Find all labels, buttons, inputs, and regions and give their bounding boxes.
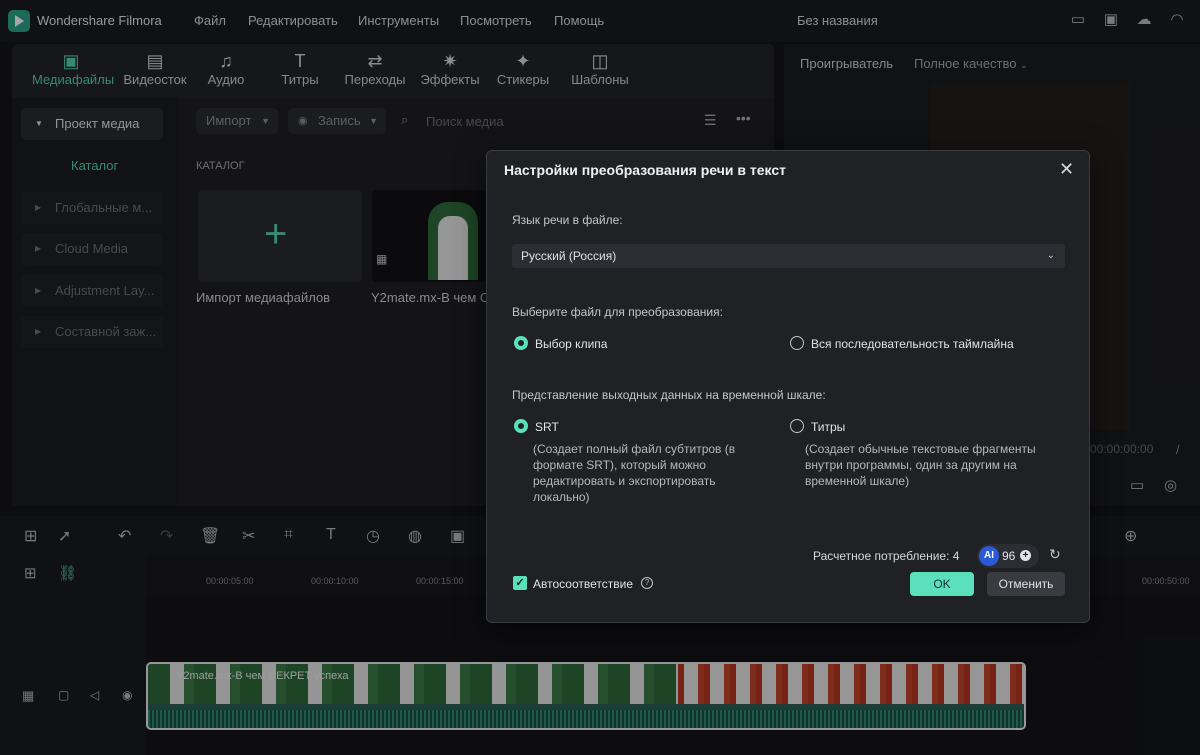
- radio-whole-sequence-label: Вся последовательность таймлайна: [811, 337, 1014, 351]
- radio-select-clip[interactable]: [514, 336, 528, 350]
- estimated-cost-label: Расчетное потребление: 4: [813, 549, 960, 563]
- refresh-icon[interactable]: ↻: [1049, 546, 1061, 563]
- srt-description: (Создает полный файл субтитров (в формат…: [533, 442, 736, 504]
- speech-to-text-dialog: Настройки преобразования речи в текст ✕ …: [486, 150, 1090, 623]
- dialog-title: Настройки преобразования речи в текст: [504, 162, 786, 178]
- language-select[interactable]: Русский (Россия) ⌄: [512, 244, 1065, 268]
- help-icon[interactable]: ?: [641, 577, 653, 589]
- ai-credits-badge: AI 96 +: [977, 544, 1039, 568]
- radio-whole-sequence[interactable]: [790, 336, 804, 350]
- file-label: Выберите файл для преобразования:: [512, 305, 723, 319]
- language-value: Русский (Россия): [521, 249, 617, 263]
- ok-button[interactable]: OK: [910, 572, 974, 596]
- output-label: Представление выходных данных на временн…: [512, 388, 826, 402]
- ai-credit-icon: AI: [979, 546, 999, 566]
- app-window: Wondershare Filmora Файл Редактировать И…: [0, 0, 1200, 755]
- cancel-button[interactable]: Отменить: [987, 572, 1065, 596]
- titles-description: (Создает обычные текстовые фрагменты вну…: [805, 442, 1036, 488]
- chevron-down-icon: ⌄: [1046, 250, 1055, 261]
- ai-credits-count: 96: [1002, 549, 1016, 563]
- add-credits-icon[interactable]: +: [1020, 550, 1031, 561]
- auto-match-label: Автосоответствие: [533, 577, 633, 591]
- auto-match-checkbox[interactable]: ✓: [513, 576, 527, 590]
- radio-srt-label: SRT: [535, 420, 559, 434]
- language-label: Язык речи в файле:: [512, 213, 623, 227]
- radio-titles[interactable]: [790, 419, 804, 433]
- radio-srt[interactable]: [514, 419, 528, 433]
- radio-select-clip-label: Выбор клипа: [535, 337, 608, 351]
- close-icon[interactable]: ✕: [1059, 159, 1074, 180]
- radio-titles-label: Титры: [811, 420, 846, 434]
